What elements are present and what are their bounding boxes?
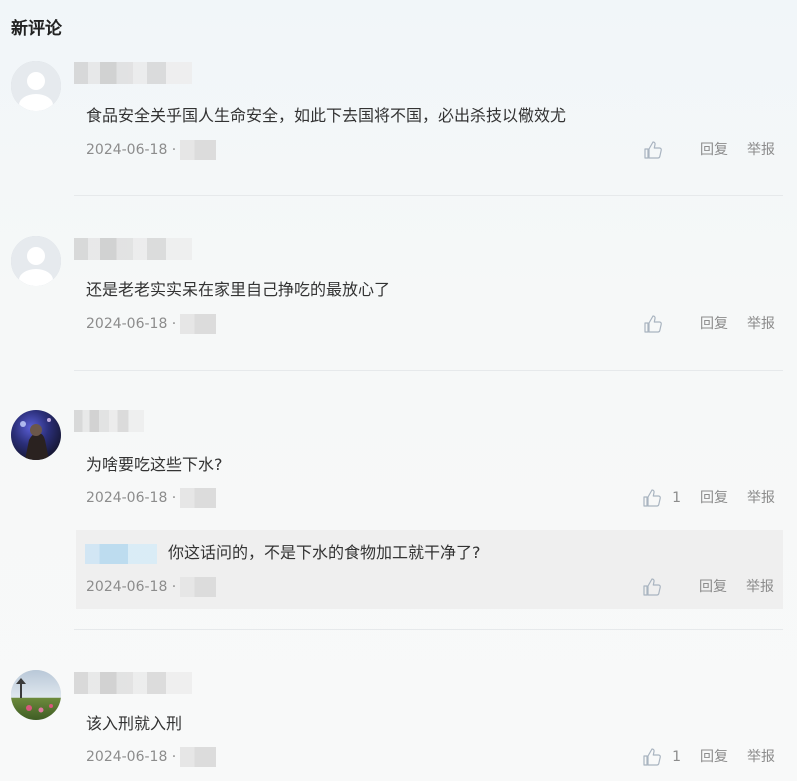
reply-item: 用户 你这话问的，不是下水的食物加工就干净了? 2024-06-18 · 回复 …: [76, 530, 783, 609]
report-button[interactable]: 举报: [747, 140, 775, 160]
thumbs-up-icon: [644, 315, 662, 333]
reply-text: 你这话问的，不是下水的食物加工就干净了?: [168, 543, 481, 562]
comment-actions: 1 回复 举报: [642, 488, 775, 508]
reply-button[interactable]: 回复: [700, 314, 728, 334]
comment-location: [180, 747, 217, 767]
comment-actions: 回复 举报: [643, 140, 775, 160]
avatar[interactable]: [11, 410, 61, 460]
divider: [74, 195, 783, 196]
reply-date: 2024-06-18 ·: [86, 579, 177, 595]
thumbs-up-icon: [643, 578, 661, 596]
comment-meta: 2024-06-18 ·: [86, 747, 217, 767]
report-button[interactable]: 举报: [747, 747, 775, 767]
user-photo-avatar: [11, 410, 61, 460]
section-title: 新评论: [11, 19, 62, 39]
comment-date: 2024-06-18 ·: [86, 316, 177, 332]
thumbs-up-icon: [643, 489, 661, 507]
comment-text: 食品安全关乎国人生命安全，如此下去国将不国，必出杀技以儆效尤: [86, 106, 567, 125]
comment-date: 2024-06-18 ·: [86, 490, 177, 506]
comment-item: 用户 为啥要吃这些下水? 2024-06-18 · 1 回复 举报 用户 你这话…: [0, 410, 797, 630]
reply-username[interactable]: 用户: [85, 544, 157, 564]
like-count: 1: [672, 749, 681, 765]
comment-actions: 回复 举报: [643, 314, 775, 334]
report-button[interactable]: 举报: [747, 488, 775, 508]
user-photo-avatar: [11, 670, 61, 720]
reply-button[interactable]: 回复: [700, 488, 728, 508]
like-button[interactable]: 1: [642, 488, 681, 508]
comment-meta: 2024-06-18 ·: [86, 140, 217, 160]
like-button[interactable]: [643, 140, 681, 160]
username[interactable]: 用户: [74, 410, 144, 432]
reply-location: [180, 577, 217, 597]
thumbs-up-icon: [643, 748, 661, 766]
default-avatar-icon: [11, 61, 61, 111]
comment-location: [180, 140, 217, 160]
comment-location: [180, 488, 217, 508]
comment-meta: 2024-06-18 ·: [86, 488, 217, 508]
reply-button[interactable]: 回复: [700, 747, 728, 767]
like-button[interactable]: 1: [642, 747, 681, 767]
divider: [74, 629, 783, 630]
thumbs-up-icon: [644, 141, 662, 159]
like-count: 1: [672, 490, 681, 506]
avatar[interactable]: [11, 61, 61, 111]
reply-button[interactable]: 回复: [700, 140, 728, 160]
avatar[interactable]: [11, 236, 61, 286]
like-button[interactable]: [642, 577, 680, 597]
divider: [74, 370, 783, 371]
reply-actions: 回复 举报: [642, 577, 774, 597]
username[interactable]: 用户: [74, 672, 192, 694]
avatar[interactable]: [11, 670, 61, 720]
reply-meta: 2024-06-18 ·: [86, 577, 217, 597]
comment-text: 为啥要吃这些下水?: [86, 455, 223, 474]
username[interactable]: 用户: [74, 238, 192, 260]
comment-actions: 1 回复 举报: [642, 747, 775, 767]
comment-date: 2024-06-18 ·: [86, 142, 177, 158]
comment-location: [180, 314, 217, 334]
reply-button[interactable]: 回复: [699, 577, 727, 597]
comment-item: 用户 食品安全关乎国人生命安全，如此下去国将不国，必出杀技以儆效尤 2024-0…: [0, 61, 797, 196]
comment-item: 用户 该入刑就入刑 2024-06-18 · 1 回复 举报: [0, 670, 797, 781]
report-button[interactable]: 举报: [747, 314, 775, 334]
comment-text: 该入刑就入刑: [86, 714, 183, 733]
comment-date: 2024-06-18 ·: [86, 749, 177, 765]
comment-meta: 2024-06-18 ·: [86, 314, 217, 334]
username[interactable]: 用户: [74, 62, 192, 84]
comment-text: 还是老老实实呆在家里自己挣吃的最放心了: [86, 280, 391, 299]
like-button[interactable]: [643, 314, 681, 334]
comment-item: 用户 还是老老实实呆在家里自己挣吃的最放心了 2024-06-18 · 回复 举…: [0, 236, 797, 371]
report-button[interactable]: 举报: [746, 577, 774, 597]
default-avatar-icon: [11, 236, 61, 286]
